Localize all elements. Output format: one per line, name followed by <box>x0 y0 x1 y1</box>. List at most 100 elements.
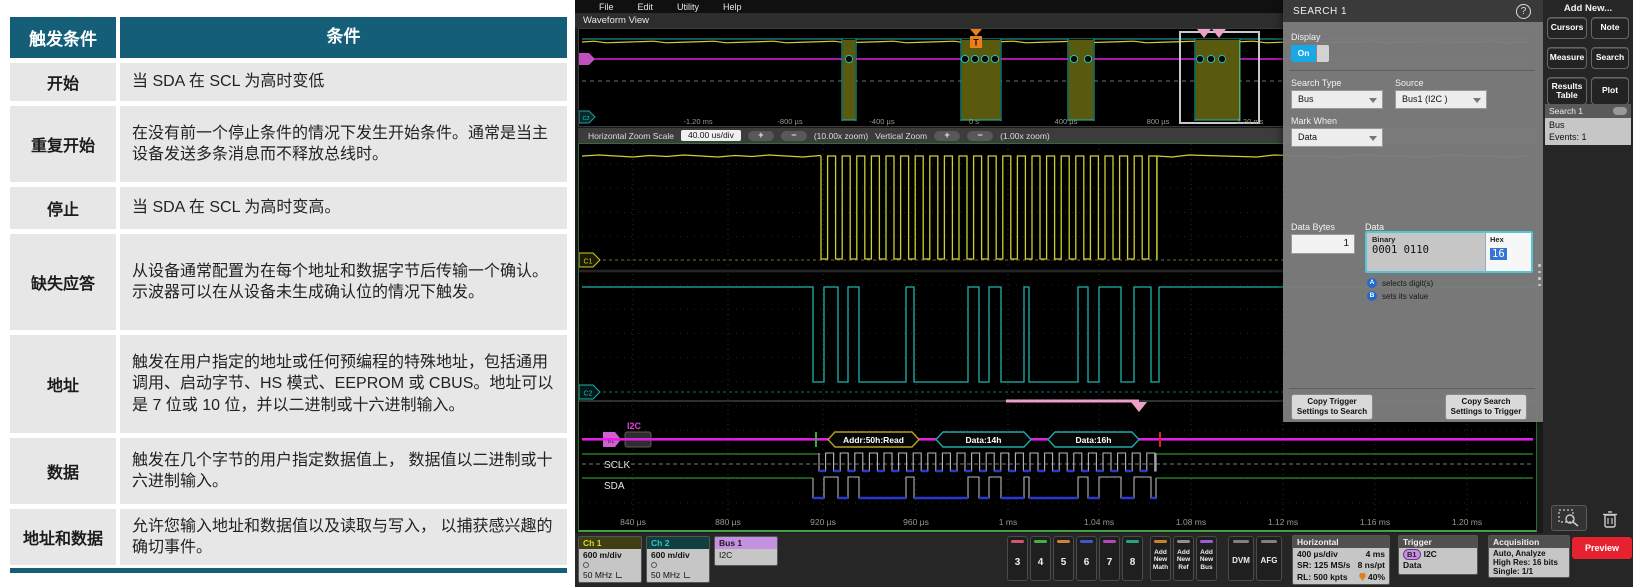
search-type-dropdown[interactable]: Bus <box>1291 90 1383 109</box>
data-value-editor[interactable]: Binary 0001 0110 Hex 16 <box>1365 231 1533 273</box>
add-new-bus-button[interactable]: Add New Bus <box>1196 536 1217 581</box>
v-zoom-minus-button[interactable]: − <box>967 131 993 141</box>
add-results-table-button[interactable]: Results Table <box>1547 77 1587 105</box>
tab-waveform-view[interactable]: Waveform View <box>575 15 649 26</box>
panel-drag-handle[interactable] <box>1537 262 1542 288</box>
svg-text:C2: C2 <box>582 116 589 122</box>
binary-value[interactable]: 0001 0110 <box>1372 244 1480 256</box>
channel-8-button[interactable]: 8 <box>1122 536 1143 581</box>
table-row: 开始 当 SDA 在 SCL 为高时变低 <box>10 63 567 101</box>
trigger-conditions-table: 触发条件 条件 开始 当 SDA 在 SCL 为高时变低 重复开始 在没有前一个… <box>10 17 567 573</box>
menu-utility[interactable]: Utility <box>677 2 699 12</box>
menu-file[interactable]: File <box>599 2 614 12</box>
bus-packet-dot <box>961 55 968 62</box>
binary-field[interactable]: Binary 0001 0110 <box>1367 233 1485 271</box>
display-toggle[interactable]: On <box>1291 45 1329 62</box>
help-icon[interactable]: ? <box>1516 4 1531 19</box>
horizontal-zoom-scale-label: Horizontal Zoom Scale <box>588 131 674 141</box>
channel-3-button[interactable]: 3 <box>1007 536 1028 581</box>
search-result-header[interactable]: Search 1 <box>1545 104 1631 118</box>
channel-6-button[interactable]: 6 <box>1076 536 1097 581</box>
main-ch1-badge[interactable]: C1 <box>579 253 600 267</box>
svg-text:960 µs: 960 µs <box>903 517 929 527</box>
overview-bus1-badge <box>579 53 595 65</box>
hex-label: Hex <box>1490 235 1527 244</box>
mark-when-dropdown[interactable]: Data <box>1291 128 1383 147</box>
trigger-title: Trigger <box>1399 536 1477 548</box>
column-header-condition: 条件 <box>120 17 567 58</box>
sclk-digital-trace <box>819 453 1156 471</box>
bus-decode-box: Data:16h <box>1048 432 1139 447</box>
search-result-events: Events: 1 <box>1549 132 1627 144</box>
copy-trigger-to-search-button[interactable]: Copy Trigger Settings to Search <box>1291 394 1373 420</box>
table-row: 停止 当 SDA 在 SCL 为高时变高。 <box>10 187 567 229</box>
hex-field[interactable]: Hex 16 <box>1485 233 1531 271</box>
data-bytes-input[interactable]: 1 <box>1291 234 1355 254</box>
chevron-down-icon <box>1369 136 1377 141</box>
bus-packet-dot <box>991 55 998 62</box>
add-search-button[interactable]: Search <box>1591 47 1629 69</box>
v-zoom-plus-button[interactable]: + <box>934 131 960 141</box>
table-row: 地址 触发在用户指定的地址或任何预编程的特殊地址，包括通用调用、启动字节、HS … <box>10 335 567 433</box>
add-measure-button[interactable]: Measure <box>1547 47 1587 69</box>
menu-help[interactable]: Help <box>723 2 742 12</box>
svg-text:-1.20 ms: -1.20 ms <box>683 117 712 126</box>
v-zoom-factor: (1.00x zoom) <box>1000 131 1050 141</box>
search-result-body[interactable]: Bus Events: 1 <box>1545 118 1631 145</box>
bus-decode-box: Data:14h <box>936 432 1031 447</box>
h-zoom-minus-button[interactable]: − <box>781 131 807 141</box>
afg-button[interactable]: AFG <box>1256 536 1282 581</box>
zoom-select-button[interactable] <box>1551 505 1587 531</box>
channel-5-button[interactable]: 5 <box>1053 536 1074 581</box>
knob-a-hint: A selects digit(s) <box>1367 278 1433 288</box>
add-cursors-button[interactable]: Cursors <box>1547 17 1587 39</box>
bus-packet-dot <box>1084 55 1091 62</box>
search-result-toggle[interactable] <box>1613 107 1627 115</box>
add-note-button[interactable]: Note <box>1591 17 1629 39</box>
add-new-title: Add New... <box>1543 3 1633 14</box>
bandwidth-icon <box>684 572 690 578</box>
data-bytes-label: Data Bytes <box>1291 222 1335 232</box>
channel-4-button[interactable]: 4 <box>1030 536 1051 581</box>
search-result-card[interactable]: Search 1 Bus Events: 1 <box>1545 104 1631 145</box>
sda-digital-trace <box>813 477 1156 498</box>
search-panel-title-bar[interactable]: SEARCH 1 <box>1283 0 1543 22</box>
add-new-math-button[interactable]: Add New Math <box>1150 536 1171 581</box>
search-mark-icon <box>1197 29 1211 38</box>
trigger-settings-panel[interactable]: Trigger B1I2C Data <box>1398 535 1478 575</box>
source-dropdown[interactable]: Bus1 (I2C ) <box>1395 90 1487 109</box>
horizontal-settings-panel[interactable]: Horizontal 400 µs/div4 ms SR: 125 MS/s8 … <box>1292 535 1390 585</box>
trigger-position-marker[interactable]: T <box>970 29 982 48</box>
toggle-knob[interactable] <box>1316 45 1329 62</box>
screenshot-root: 触发条件 条件 开始 当 SDA 在 SCL 为高时变低 重复开始 在没有前一个… <box>0 0 1633 587</box>
svg-text:0 s: 0 s <box>969 117 979 126</box>
preview-button[interactable]: Preview <box>1572 537 1632 559</box>
ch1-badge[interactable]: Ch 1 600 m/div 50 MHz <box>578 536 642 583</box>
add-plot-button[interactable]: Plot <box>1591 77 1629 105</box>
bus1-badge[interactable]: Bus 1 I2C <box>714 536 778 566</box>
svg-text:Data:16h: Data:16h <box>1076 435 1112 445</box>
row-text: 当 SDA 在 SCL 为高时变高。 <box>120 187 567 229</box>
hex-value-selected[interactable]: 16 <box>1490 248 1507 260</box>
channel-7-button[interactable]: 7 <box>1099 536 1120 581</box>
menu-edit[interactable]: Edit <box>638 2 654 12</box>
main-ch2-badge[interactable]: C2 <box>579 385 600 399</box>
chevron-down-icon <box>1473 98 1481 103</box>
h-zoom-plus-button[interactable]: + <box>748 131 774 141</box>
knob-b-icon: B <box>1367 291 1377 301</box>
right-sidebar: Add New... Cursors Note Measure Search R… <box>1543 0 1633 533</box>
add-new-ref-button[interactable]: Add New Ref <box>1173 536 1194 581</box>
svg-text:1.16 ms: 1.16 ms <box>1360 517 1390 527</box>
search-mark-icon <box>1131 402 1147 412</box>
knob-b-hint: B sets its value <box>1367 291 1428 301</box>
delete-button[interactable] <box>1595 507 1625 531</box>
probe-icon <box>583 562 589 568</box>
row-label: 数据 <box>10 438 120 504</box>
copy-search-to-trigger-button[interactable]: Copy Search Settings to Trigger <box>1445 394 1527 420</box>
ch2-badge[interactable]: Ch 2 600 m/div 50 MHz <box>646 536 710 583</box>
dvm-button[interactable]: DVM <box>1228 536 1254 581</box>
horizontal-zoom-scale-value[interactable]: 40.00 us/div <box>681 130 741 141</box>
row-text: 从设备通常配置为在每个地址和数据字节后传输一个确认。示波器可以在从设备未生成确认… <box>120 234 567 330</box>
ch1-settings: 600 m/div 50 MHz <box>579 549 641 582</box>
acquisition-settings-panel[interactable]: Acquisition Auto, Analyze High Res: 16 b… <box>1488 535 1570 578</box>
